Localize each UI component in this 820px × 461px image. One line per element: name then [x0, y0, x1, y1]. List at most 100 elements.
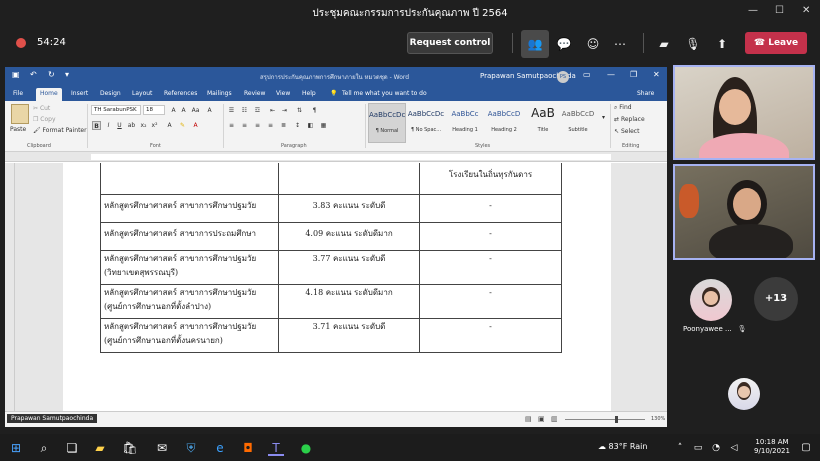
windows-defender-icon[interactable]: ⛨: [183, 440, 199, 456]
more-participants-button[interactable]: +13: [754, 277, 798, 321]
underline-icon[interactable]: U: [115, 121, 124, 130]
table-cell[interactable]: -: [419, 193, 562, 223]
line-app-icon[interactable]: ●: [298, 440, 314, 456]
reactions-icon[interactable]: ☺: [584, 35, 602, 53]
table-cell[interactable]: 4.09 คะแนน ระดับดีมาก: [278, 221, 420, 251]
table-cell[interactable]: หลักสูตรศึกษาศาสตร์ สาขาการประถมศึกษา: [100, 221, 279, 251]
table-cell[interactable]: 4.18 คะแนน ระดับดีมาก: [278, 283, 420, 319]
table-cell[interactable]: หลักสูตรศึกษาศาสตร์ สาขาการศึกษาปฐมวัย (…: [100, 249, 279, 285]
borders-icon[interactable]: ▦: [319, 121, 328, 130]
style-no-spacing[interactable]: AaBbCcDc ¶ No Spac...: [407, 103, 445, 143]
mail-icon[interactable]: ✉: [154, 440, 170, 456]
bold-icon[interactable]: B: [92, 121, 101, 130]
volume-icon[interactable]: ◁: [726, 440, 742, 456]
more-options-icon[interactable]: ⋯: [611, 35, 629, 53]
grow-font-icon[interactable]: A: [169, 106, 178, 115]
zoom-slider[interactable]: [565, 419, 645, 420]
tab-view[interactable]: View: [276, 90, 290, 97]
tab-design[interactable]: Design: [100, 90, 121, 97]
participant-avatar-2[interactable]: [728, 378, 760, 410]
copy-button[interactable]: ❐ Copy: [33, 116, 56, 123]
table-cell[interactable]: โรงเรียนในถิ่นทุรกันดาร: [419, 163, 562, 195]
table-cell[interactable]: หลักสูตรศึกษาศาสตร์ สาขาการศึกษาปฐมวัย (…: [100, 317, 279, 353]
windows-start-icon[interactable]: ⊞: [8, 440, 24, 456]
undo-icon[interactable]: ↶: [30, 70, 37, 79]
style-normal[interactable]: AaBbCcDc ¶ Normal: [368, 103, 406, 143]
tab-file[interactable]: File: [13, 90, 23, 97]
superscript-icon[interactable]: x²: [150, 121, 159, 130]
task-view-icon[interactable]: ❏: [64, 440, 80, 456]
thai-distributed-icon[interactable]: ≣: [279, 121, 288, 130]
subscript-icon[interactable]: x₂: [139, 121, 148, 130]
format-painter-button[interactable]: 🖌 Format Painter: [33, 127, 87, 134]
tab-home[interactable]: Home: [36, 88, 62, 101]
shrink-font-icon[interactable]: A: [179, 106, 188, 115]
justify-icon[interactable]: ≡: [266, 121, 275, 130]
zoom-level[interactable]: 130%: [651, 416, 665, 422]
font-color-icon[interactable]: A: [191, 121, 200, 130]
minimize-icon[interactable]: —: [748, 5, 758, 16]
select-button[interactable]: ↖ Select: [614, 128, 639, 135]
paste-label[interactable]: Paste: [10, 126, 26, 133]
font-name-box[interactable]: TH SarabunPSK: [91, 105, 141, 115]
table-cell[interactable]: -: [419, 221, 562, 251]
store-icon[interactable]: 🛍: [122, 440, 138, 456]
vertical-ruler[interactable]: [5, 163, 15, 411]
style-heading-1[interactable]: AaBbCc Heading 1: [446, 103, 484, 143]
table-cell[interactable]: 3.77 คะแนน ระดับดี: [278, 249, 420, 285]
sort-icon[interactable]: ⇅: [295, 106, 304, 115]
print-layout-icon[interactable]: ▣: [538, 415, 545, 423]
font-size-box[interactable]: 18: [143, 105, 165, 115]
align-center-icon[interactable]: ≡: [240, 121, 249, 130]
tab-review[interactable]: Review: [244, 90, 265, 97]
teams-icon[interactable]: T: [268, 440, 284, 456]
tab-mailings[interactable]: Mailings: [207, 90, 232, 97]
qat-dropdown-icon[interactable]: ▾: [65, 70, 69, 79]
style-heading-2[interactable]: AaBbCcD Heading 2: [485, 103, 523, 143]
close-icon[interactable]: ✕: [802, 5, 810, 16]
table-cell[interactable]: -: [419, 249, 562, 285]
table-cell[interactable]: -: [419, 283, 562, 319]
tell-me-search[interactable]: Tell me what you want to do: [342, 90, 427, 97]
tab-help[interactable]: Help: [302, 90, 316, 97]
show-marks-icon[interactable]: ¶: [310, 106, 319, 115]
redo-icon[interactable]: ↻: [48, 70, 55, 79]
shading-icon[interactable]: ◧: [306, 121, 315, 130]
document-page[interactable]: โรงเรียนในถิ่นทุรกันดาร หลักสูตรศึกษาศาส…: [63, 163, 611, 411]
user-avatar[interactable]: PS: [557, 71, 569, 83]
network-icon[interactable]: ▭: [690, 440, 706, 456]
maximize-icon[interactable]: ☐: [775, 5, 784, 16]
tab-insert[interactable]: Insert: [71, 90, 88, 97]
decrease-indent-icon[interactable]: ⇤: [268, 106, 277, 115]
file-explorer-icon[interactable]: ▰: [92, 440, 108, 456]
ribbon-options-icon[interactable]: ▭: [583, 70, 591, 79]
weather-widget[interactable]: ☁ 83°F Rain: [598, 442, 647, 451]
align-left-icon[interactable]: ≡: [227, 121, 236, 130]
clock[interactable]: 10:18 AM 9/10/2021: [752, 438, 792, 456]
strikethrough-icon[interactable]: ab: [127, 121, 136, 130]
change-case-icon[interactable]: Aa: [191, 106, 200, 115]
camera-off-icon[interactable]: ▰: [655, 35, 673, 53]
tab-layout[interactable]: Layout: [132, 90, 152, 97]
edge-icon[interactable]: e: [212, 440, 228, 456]
cut-button[interactable]: ✂ Cut: [33, 105, 50, 112]
wifi-icon[interactable]: ◔: [708, 440, 724, 456]
request-control-button[interactable]: Request control: [407, 32, 493, 54]
word-minimize-icon[interactable]: —: [607, 70, 615, 79]
web-layout-icon[interactable]: ▥: [551, 415, 558, 423]
document-canvas[interactable]: โรงเรียนในถิ่นทุรกันดาร หลักสูตรศึกษาศาส…: [5, 163, 667, 411]
tab-references[interactable]: References: [164, 90, 197, 97]
participants-icon[interactable]: 👥: [521, 30, 549, 58]
line-spacing-icon[interactable]: ↕: [293, 121, 302, 130]
table-cell[interactable]: 3.71 คะแนน ระดับดี: [278, 317, 420, 353]
participant-video-2[interactable]: [673, 164, 815, 260]
leave-button[interactable]: ☎ Leave: [745, 32, 807, 54]
styles-more-icon[interactable]: ▾: [599, 113, 608, 122]
align-right-icon[interactable]: ≡: [253, 121, 262, 130]
table-cell[interactable]: -: [419, 317, 562, 353]
table-cell[interactable]: [100, 163, 279, 195]
word-restore-icon[interactable]: ❐: [630, 70, 637, 79]
search-icon[interactable]: ⌕: [36, 440, 52, 456]
participant-video-1[interactable]: [673, 65, 815, 160]
bullets-icon[interactable]: ☰: [227, 106, 236, 115]
